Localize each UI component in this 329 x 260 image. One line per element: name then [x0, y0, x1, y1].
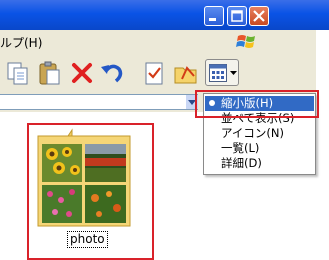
minimize-button[interactable]: [204, 6, 224, 26]
windows-logo-icon: [236, 35, 255, 48]
close-icon: [253, 10, 265, 22]
maximize-button[interactable]: [227, 6, 247, 26]
annotation-box-folder: [27, 123, 154, 260]
menu-item-label: アイコン(N): [221, 126, 285, 140]
address-input[interactable]: [0, 94, 198, 110]
menu-item-icons[interactable]: アイコン(N): [205, 126, 314, 141]
window-right-edge: [316, 30, 329, 259]
menu-bar: ルプ(H): [0, 30, 329, 54]
menu-help[interactable]: ルプ(H): [0, 34, 42, 51]
delete-icon[interactable]: [68, 59, 96, 87]
menu-item-list[interactable]: 一覧(L): [205, 141, 314, 156]
toolbar: [0, 53, 329, 94]
window-titlebar: [0, 0, 329, 30]
menu-item-details[interactable]: 詳細(D): [205, 156, 314, 171]
menu-item-label: 一覧(L): [221, 141, 260, 155]
annotation-box-menu: [195, 90, 319, 118]
maximize-icon: [231, 10, 243, 22]
paste-icon[interactable]: [36, 59, 64, 87]
views-button[interactable]: [205, 59, 239, 86]
copy-icon[interactable]: [4, 59, 32, 87]
undo-icon[interactable]: [98, 59, 126, 87]
close-button[interactable]: [249, 6, 269, 26]
properties-icon[interactable]: [140, 59, 168, 87]
views-icon: [209, 64, 227, 82]
folders-icon[interactable]: [172, 59, 200, 87]
chevron-down-icon: [230, 71, 237, 75]
minimize-icon: [209, 18, 216, 21]
menu-item-label: 詳細(D): [221, 156, 262, 170]
